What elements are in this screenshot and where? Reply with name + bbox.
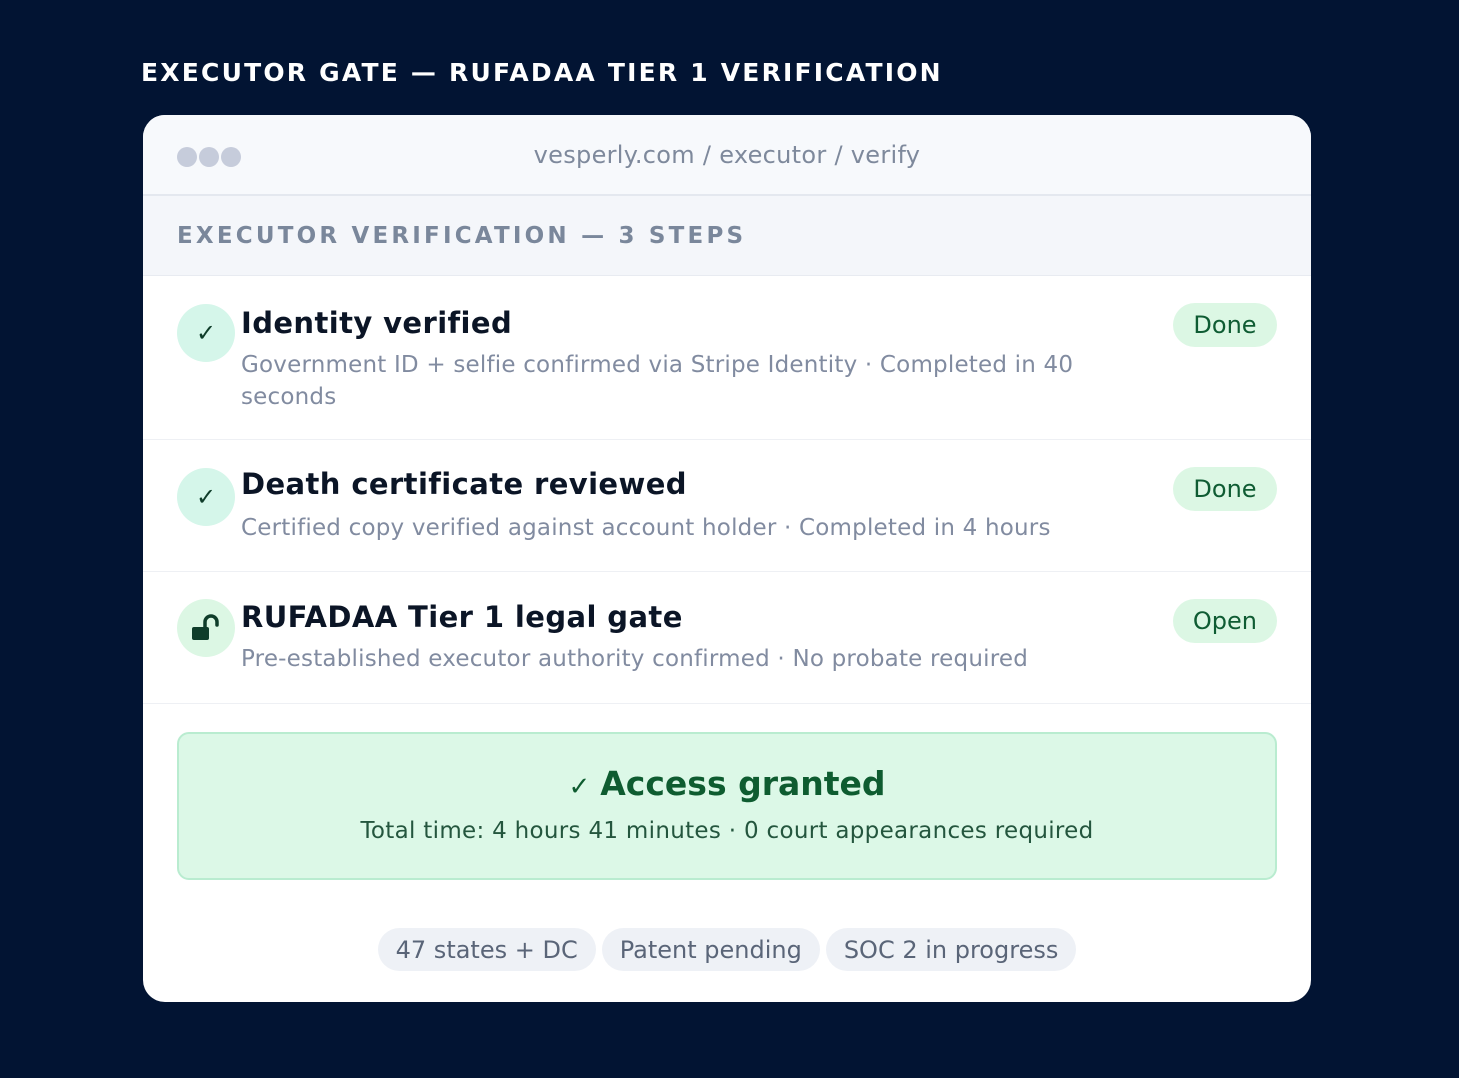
tag-states: 47 states + DC <box>377 928 596 971</box>
unlock-icon <box>177 599 235 657</box>
tag-soc2: SOC 2 in progress <box>825 928 1077 971</box>
browser-window: vesperly.com / executor / verify EXECUTO… <box>143 115 1311 1002</box>
check-icon: ✓ <box>568 772 591 802</box>
tag-patent: Patent pending <box>601 928 820 971</box>
step-title: RUFADAA Tier 1 legal gate <box>241 600 683 634</box>
tag-list: 47 states + DC Patent pending SOC 2 in p… <box>143 928 1311 971</box>
step-title: Death certificate reviewed <box>241 467 687 501</box>
step-identity: ✓ Identity verified Government ID + self… <box>143 276 1311 440</box>
access-title: ✓ Access granted <box>179 764 1275 803</box>
check-icon: ✓ <box>177 304 235 362</box>
step-title: Identity verified <box>241 306 513 340</box>
access-title-text: Access granted <box>600 764 886 803</box>
browser-titlebar: vesperly.com / executor / verify <box>143 115 1311 196</box>
url-bar[interactable]: vesperly.com / executor / verify <box>143 141 1311 169</box>
status-badge: Done <box>1173 467 1277 511</box>
access-granted-panel: ✓ Access granted Total time: 4 hours 41 m… <box>177 732 1277 880</box>
access-subtitle: Total time: 4 hours 41 minutes · 0 court… <box>360 818 1094 844</box>
step-description: Certified copy verified against account … <box>241 515 1051 541</box>
unlock-icon-svg <box>192 614 219 640</box>
step-death-certificate: ✓ Death certificate reviewed Certified c… <box>143 440 1311 572</box>
step-description: Pre-established executor authority confi… <box>241 646 1028 672</box>
status-badge: Done <box>1173 303 1277 347</box>
check-icon: ✓ <box>177 468 235 526</box>
status-badge: Open <box>1172 599 1277 643</box>
step-legal-gate: RUFADAA Tier 1 legal gate Pre-establishe… <box>143 572 1311 704</box>
step-description: Government ID + selfie confirmed via Str… <box>241 352 1074 410</box>
section-title: EXECUTOR VERIFICATION — 3 STEPS <box>143 196 1311 276</box>
page-heading: EXECUTOR GATE — RUFADAA TIER 1 VERIFICAT… <box>141 58 943 87</box>
